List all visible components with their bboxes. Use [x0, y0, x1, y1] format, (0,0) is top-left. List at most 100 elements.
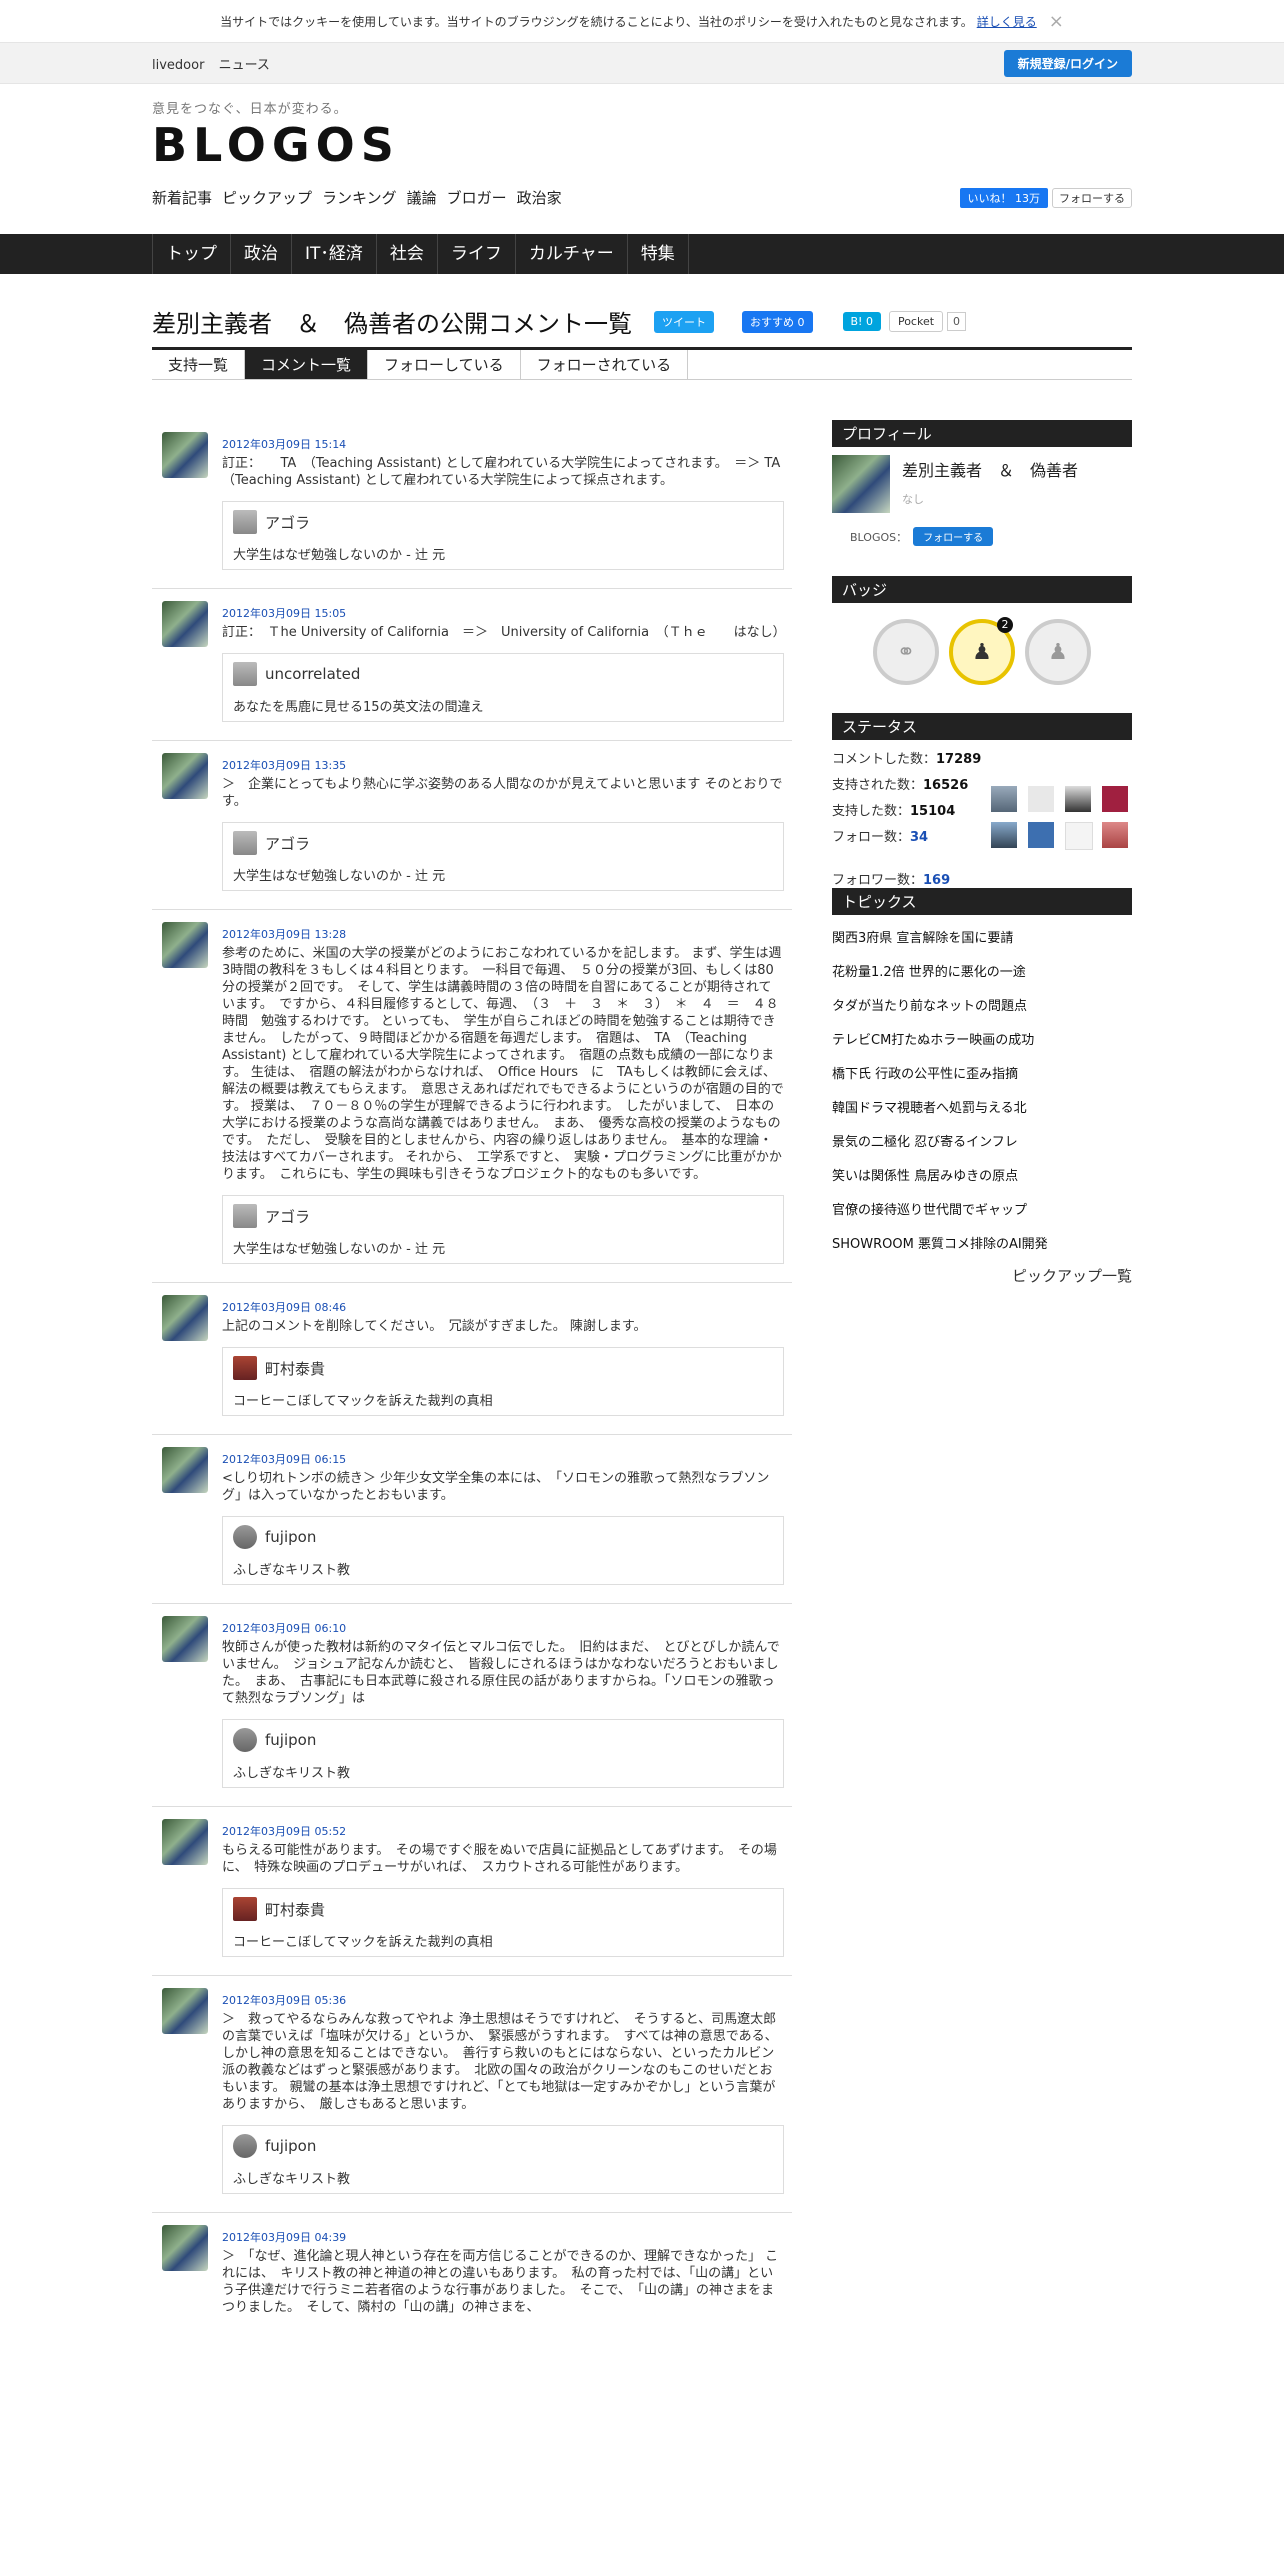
link-badge-icon[interactable]: ⚭	[873, 619, 939, 685]
avatar[interactable]	[162, 432, 208, 478]
ref-user[interactable]: fujipon	[265, 1731, 316, 1749]
comment-date[interactable]: 2012年03月09日 08:46	[222, 1299, 784, 1315]
topic-item[interactable]: テレビCM打たぬホラー映画の成功	[832, 1029, 1132, 1048]
fb-recommend-button[interactable]: おすすめ 0	[742, 310, 813, 333]
subnav-blogger[interactable]: ブロガー	[447, 189, 507, 207]
ref-article[interactable]: 大学生はなぜ勉強しないのか - 辻 元	[233, 865, 773, 884]
topic-item[interactable]: 花粉量1.2倍 世界的に悪化の一途	[832, 961, 1132, 980]
register-login-button[interactable]: 新規登録/ログイン	[1003, 49, 1132, 77]
comment-date[interactable]: 2012年03月09日 06:10	[222, 1620, 784, 1636]
speaker-badge-icon[interactable]: ♟ 2	[949, 617, 1015, 685]
subnav-politician[interactable]: 政治家	[517, 189, 562, 207]
ref-user[interactable]: アゴラ	[265, 1206, 310, 1227]
subnav-debate[interactable]: 議論	[407, 189, 437, 207]
pocket-button[interactable]: Pocket	[888, 311, 944, 332]
avatar[interactable]	[162, 2225, 208, 2271]
tab-comments[interactable]: コメント一覧	[245, 350, 369, 379]
topic-item[interactable]: 官僚の接待巡り世代間でギャップ	[832, 1199, 1132, 1218]
gnav-culture[interactable]: カルチャー	[514, 234, 627, 274]
topic-item[interactable]: 関西3府県 宣言解除を国に要請	[832, 927, 1132, 946]
ref-user[interactable]: アゴラ	[265, 512, 310, 533]
news-link[interactable]: ニュース	[219, 58, 270, 73]
comment-date[interactable]: 2012年03月09日 15:05	[222, 605, 784, 621]
avatar[interactable]	[162, 1616, 208, 1662]
topic-item[interactable]: 韓国ドラマ視聴者へ処罰与える北	[832, 1097, 1132, 1116]
ref-user[interactable]: fujipon	[265, 1528, 316, 1546]
article-ref[interactable]: fujipon ふしぎなキリスト教	[222, 1719, 784, 1788]
ref-article[interactable]: コーヒーこぼしてマックを訴えた裁判の真相	[233, 1390, 773, 1409]
comment-date[interactable]: 2012年03月09日 05:52	[222, 1823, 784, 1839]
comment-date[interactable]: 2012年03月09日 13:28	[222, 926, 784, 942]
ref-article[interactable]: 大学生はなぜ勉強しないのか - 辻 元	[233, 1238, 773, 1257]
topic-item[interactable]: 景気の二極化 忍び寄るインフレ	[832, 1131, 1132, 1150]
follower-avatar[interactable]	[1065, 822, 1093, 850]
twitter-follow-button[interactable]: フォローする	[1052, 187, 1132, 208]
article-ref[interactable]: アゴラ 大学生はなぜ勉強しないのか - 辻 元	[222, 1195, 784, 1264]
avatar[interactable]	[162, 753, 208, 799]
subnav-pickup[interactable]: ピックアップ	[222, 189, 312, 207]
blogos-logo[interactable]: BLOGOS	[152, 121, 1132, 169]
follower-avatar[interactable]	[1028, 822, 1054, 848]
article-ref[interactable]: アゴラ 大学生はなぜ勉強しないのか - 辻 元	[222, 822, 784, 891]
avatar[interactable]	[162, 1988, 208, 2034]
topic-item[interactable]: SHOWROOM 悪質コメ排除のAI開発	[832, 1233, 1132, 1252]
ref-user[interactable]: 町村泰貴	[265, 1899, 325, 1920]
stat-value[interactable]: 34	[910, 830, 928, 845]
livedoor-link[interactable]: livedoor	[152, 58, 204, 73]
ref-user[interactable]: 町村泰貴	[265, 1358, 325, 1379]
cookie-more-link[interactable]: 詳しく見る	[977, 13, 1037, 30]
close-icon[interactable]: ×	[1049, 11, 1064, 32]
ref-user[interactable]: アゴラ	[265, 833, 310, 854]
tweet-button[interactable]: ツイート	[654, 310, 714, 333]
tab-supports[interactable]: 支持一覧	[152, 350, 246, 379]
ref-user[interactable]: fujipon	[265, 2137, 316, 2155]
pickup-list-link[interactable]: ピックアップ一覧	[832, 1265, 1132, 1286]
gnav-it-economy[interactable]: IT･経済	[291, 234, 376, 274]
article-ref[interactable]: fujipon ふしぎなキリスト教	[222, 2125, 784, 2194]
follower-avatar[interactable]	[991, 786, 1017, 812]
article-ref[interactable]: 町村泰貴 コーヒーこぼしてマックを訴えた裁判の真相	[222, 1888, 784, 1957]
gnav-politics[interactable]: 政治	[230, 234, 291, 274]
subnav-ranking[interactable]: ランキング	[322, 189, 397, 207]
facebook-badge-icon[interactable]: ♟	[1025, 619, 1091, 685]
article-ref[interactable]: アゴラ 大学生はなぜ勉強しないのか - 辻 元	[222, 501, 784, 570]
avatar[interactable]	[162, 1819, 208, 1865]
topic-item[interactable]: タダが当たり前なネットの問題点	[832, 995, 1132, 1014]
avatar[interactable]	[162, 1447, 208, 1493]
ref-article[interactable]: ふしぎなキリスト教	[233, 2168, 773, 2187]
ref-user[interactable]: uncorrelated	[265, 665, 360, 683]
ref-article[interactable]: あなたを馬鹿に見せる15の英文法の間違え	[233, 696, 773, 715]
comment-date[interactable]: 2012年03月09日 05:36	[222, 1992, 784, 2008]
facebook-like-button[interactable]: いいね！ 13万	[959, 187, 1048, 208]
gnav-feature[interactable]: 特集	[626, 234, 689, 274]
comment-date[interactable]: 2012年03月09日 04:39	[222, 2229, 782, 2245]
ref-article[interactable]: コーヒーこぼしてマックを訴えた裁判の真相	[233, 1931, 773, 1950]
topic-item[interactable]: 笑いは関係性 鳥居みゆきの原点	[832, 1165, 1132, 1184]
avatar[interactable]	[162, 922, 208, 968]
gnav-top[interactable]: トップ	[152, 234, 230, 274]
tab-followers[interactable]: フォローされている	[521, 350, 689, 379]
avatar[interactable]	[162, 1295, 208, 1341]
follower-avatar[interactable]	[1065, 786, 1091, 812]
article-ref[interactable]: uncorrelated あなたを馬鹿に見せる15の英文法の間違え	[222, 653, 784, 722]
avatar[interactable]	[162, 601, 208, 647]
ref-article[interactable]: ふしぎなキリスト教	[233, 1762, 773, 1781]
follower-avatar[interactable]	[991, 822, 1017, 848]
comment-date[interactable]: 2012年03月09日 15:14	[222, 436, 784, 452]
hatena-button[interactable]: B! 0	[842, 312, 881, 331]
subnav-new[interactable]: 新着記事	[152, 189, 212, 207]
comment-date[interactable]: 2012年03月09日 13:35	[222, 757, 784, 773]
follower-avatar[interactable]	[1028, 786, 1054, 812]
comment-date[interactable]: 2012年03月09日 06:15	[222, 1451, 784, 1467]
follow-button[interactable]: フォローする	[913, 527, 994, 546]
topic-item[interactable]: 橋下氏 行政の公平性に歪み指摘	[832, 1063, 1132, 1082]
gnav-society[interactable]: 社会	[375, 234, 437, 274]
ref-article[interactable]: 大学生はなぜ勉強しないのか - 辻 元	[233, 544, 773, 563]
ref-article[interactable]: ふしぎなキリスト教	[233, 1559, 773, 1578]
tab-following[interactable]: フォローしている	[368, 350, 521, 379]
article-ref[interactable]: 町村泰貴 コーヒーこぼしてマックを訴えた裁判の真相	[222, 1347, 784, 1416]
stat-value[interactable]: 169	[923, 873, 950, 888]
follower-avatar[interactable]	[1102, 822, 1128, 848]
gnav-life[interactable]: ライフ	[436, 234, 515, 274]
follower-avatar[interactable]	[1102, 786, 1128, 812]
